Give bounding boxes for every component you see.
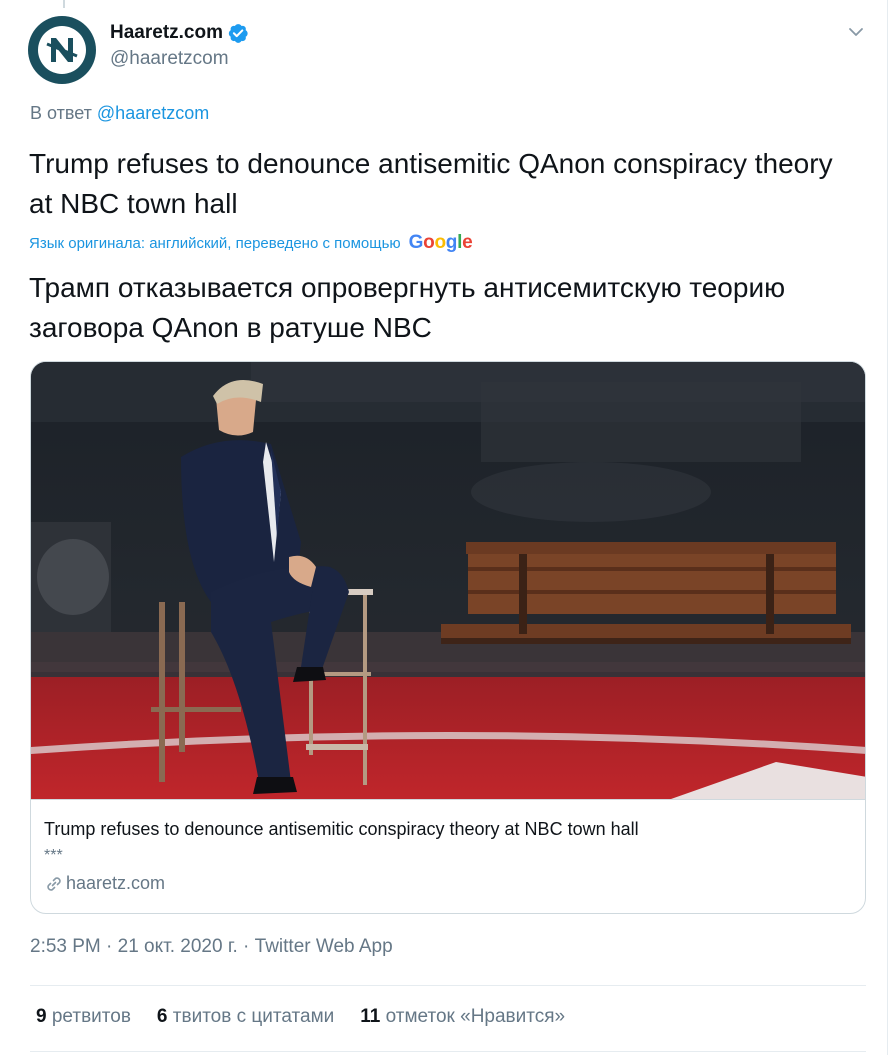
thread-connector-line: [63, 0, 65, 8]
haaretz-logo-icon: [38, 26, 86, 74]
card-title[interactable]: Trump refuses to denounce antisemitic co…: [44, 817, 855, 841]
translated-text: Трамп отказывается опровергнуть антисеми…: [29, 272, 786, 343]
translation-attribution: Язык оригинала: английский, переведено с…: [29, 232, 473, 254]
reply-to-link[interactable]: @haaretzcom: [97, 103, 209, 123]
retweets-label: ретвитов: [51, 1006, 131, 1027]
verified-badge-icon: [227, 22, 249, 44]
user-handle[interactable]: @haaretzcom: [110, 48, 249, 70]
likes-count: 11: [360, 1006, 381, 1027]
reply-prefix: В ответ: [30, 103, 92, 123]
avatar[interactable]: [28, 16, 96, 84]
card-image[interactable]: [31, 362, 865, 799]
source-app[interactable]: Twitter Web App: [255, 936, 393, 957]
divider: [30, 1051, 866, 1052]
link-icon: [44, 874, 64, 894]
tweet-timestamp[interactable]: 2:53 PM · 21 окт. 2020 г.: [30, 936, 238, 957]
chevron-down-icon[interactable]: [844, 20, 868, 44]
retweets-stat[interactable]: 9 ретвитов: [36, 1006, 131, 1028]
tweet-header: Haaretz.com @haaretzcom: [28, 16, 868, 84]
quotes-label: твитов с цитатами: [172, 1006, 335, 1027]
retweets-count: 9: [36, 1006, 47, 1027]
likes-stat[interactable]: 11 отметок «Нравится»: [360, 1006, 565, 1028]
card-domain-text: haaretz.com: [66, 873, 166, 893]
link-preview-card[interactable]: Trump refuses to denounce antisemitic co…: [30, 361, 866, 914]
timeline-border: [887, 0, 888, 1055]
card-body[interactable]: Trump refuses to denounce antisemitic co…: [31, 799, 865, 913]
quotes-count: 6: [156, 1006, 168, 1027]
tweet-meta: 2:53 PM · 21 окт. 2020 г. · Twitter Web …: [30, 936, 393, 958]
meta-separator: ·: [237, 936, 255, 957]
display-name[interactable]: Haaretz.com: [110, 22, 223, 44]
divider: [30, 985, 866, 986]
card-domain: haaretz.com: [44, 873, 855, 894]
tweet-stats: 9 ретвитов 6 твитов с цитатами 11 отмето…: [36, 1006, 591, 1028]
card-description: ***: [44, 847, 63, 864]
translation-note[interactable]: Язык оригинала: английский, переведено с…: [29, 235, 401, 252]
likes-label: отметок «Нравится»: [385, 1006, 566, 1027]
google-logo: Google: [408, 232, 473, 253]
tweet-text: Trump refuses to denounce antisemitic QA…: [29, 148, 833, 219]
quotes-stat[interactable]: 6 твитов с цитатами: [157, 1006, 334, 1028]
reply-context: В ответ @haaretzcom: [30, 103, 209, 124]
author-names: Haaretz.com @haaretzcom: [110, 20, 249, 70]
